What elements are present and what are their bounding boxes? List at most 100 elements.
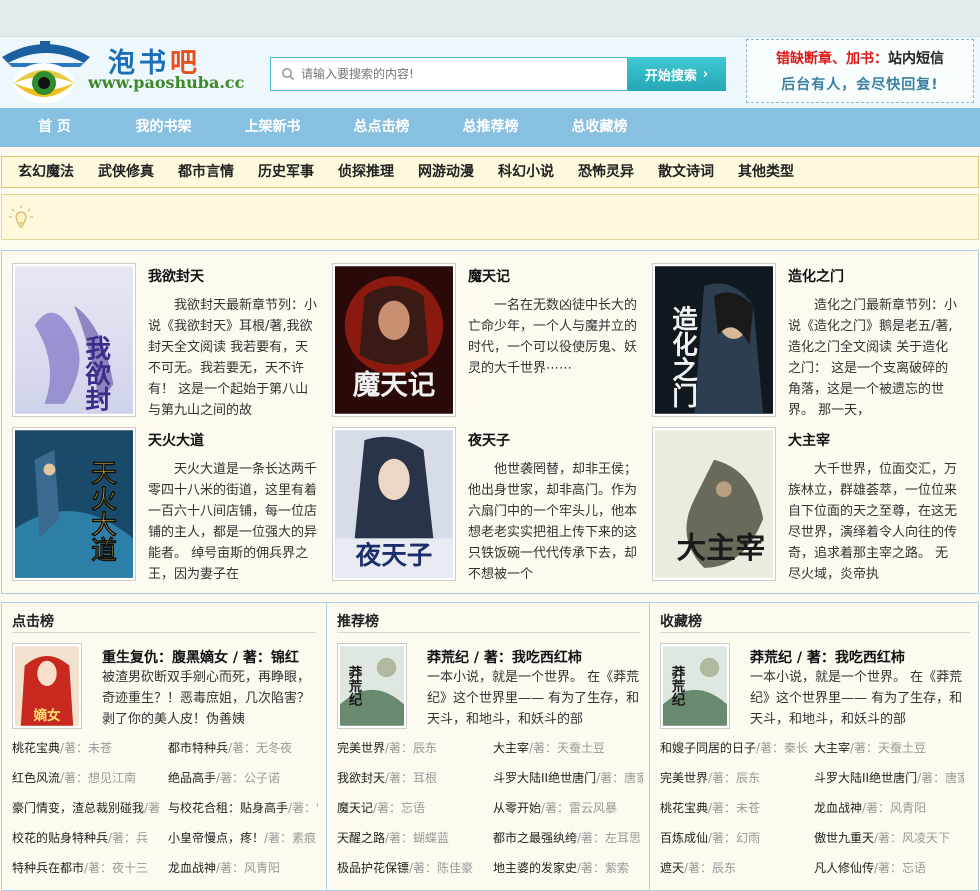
ranking-item-author: /著：凌草丽: [144, 801, 162, 815]
category-link[interactable]: 侦探推理: [326, 157, 406, 187]
ranking-item[interactable]: 与校花合租：贴身高手/著：雷霆: [168, 799, 318, 816]
search-input[interactable]: [301, 62, 621, 86]
cover-title: 嫡女: [33, 707, 61, 724]
category-link[interactable]: 恐怖灵异: [566, 157, 646, 187]
ranking-item[interactable]: 都市特种兵/著：无冬夜: [168, 739, 318, 756]
ranking-item[interactable]: 完美世界/著：辰东: [660, 769, 810, 786]
ranking-top-title[interactable]: 莽荒纪 / 著：我吃西红柿: [750, 647, 970, 667]
ranking-item[interactable]: 地主婆的发家史/著：紫索: [493, 859, 643, 876]
category-link[interactable]: 散文诗词: [646, 157, 726, 187]
ranking-item-author: /著：夜十三: [84, 861, 149, 875]
book-cover-image: 夜天子: [335, 430, 453, 578]
category-link[interactable]: 都市言情: [166, 157, 246, 187]
ranking-item[interactable]: 大主宰/著：天蚕土豆: [493, 739, 643, 756]
ranking-top-title[interactable]: 莽荒纪 / 著：我吃西红柿: [427, 647, 647, 667]
ranking-item[interactable]: 都市之最强纨绔/著：左耳思: [493, 829, 643, 846]
ranking-item[interactable]: 完美世界/著：辰东: [337, 739, 487, 756]
ranking-item[interactable]: 百炼成仙/著：幻雨: [660, 829, 810, 846]
search-button[interactable]: 开始搜索 ›: [627, 57, 726, 91]
ranking-item[interactable]: 和嫂子同居的日子/著：秦长: [660, 739, 810, 756]
ranking-item-name: 红色风流: [12, 771, 61, 785]
nav-new-books[interactable]: 上架新书: [218, 108, 327, 147]
ranking-item[interactable]: 豪门情变，渣总裁别碰我/著：凌草丽: [12, 799, 162, 816]
ranking-item[interactable]: 校花的贴身特种兵/著：兵: [12, 829, 162, 846]
ranking-item[interactable]: 极品护花保镖/著：陈佳豪: [337, 859, 487, 876]
nav-home[interactable]: 首 页: [0, 108, 109, 147]
cover-title: 魔天记: [353, 369, 436, 401]
ranking-item[interactable]: 绝品高手/著：公子诺: [168, 769, 318, 786]
ranking-item-name: 从零开始: [493, 801, 542, 815]
ranking-top-cover[interactable]: 莽荒纪: [337, 643, 407, 729]
ranking-item[interactable]: 斗罗大陆II绝世唐门/著：唐家三少: [493, 769, 643, 786]
category-link[interactable]: 武侠修真: [86, 157, 166, 187]
book-cover[interactable]: 魔天记: [332, 263, 456, 417]
nav-bookshelf[interactable]: 我的书架: [109, 108, 218, 147]
nav-favorite-rank[interactable]: 总收藏榜: [545, 108, 654, 147]
category-bar: 玄幻魔法 武侠修真 都市言情 历史军事 侦探推理 网游动漫 科幻小说 恐怖灵异 …: [1, 156, 979, 188]
ranking-item[interactable]: 斗罗大陆II绝世唐门/著：唐家三少: [814, 769, 964, 786]
book-title[interactable]: 大主宰: [788, 430, 830, 450]
book-title[interactable]: 天火大道: [148, 430, 204, 450]
notice-line-2: 后台有人，会尽快回复!: [781, 77, 939, 93]
notice-dark-text[interactable]: 站内短信: [888, 51, 944, 67]
ranking-top-title[interactable]: 重生复仇：腹黑嫡女 / 著：锦红: [102, 647, 322, 667]
ranking-item-name: 完美世界: [337, 741, 386, 755]
ranking-item-name: 校花的贴身特种兵: [12, 831, 109, 845]
book-cover[interactable]: 我欲封天: [12, 263, 136, 417]
ranking-item[interactable]: 天醒之路/著：蝴蝶蓝: [337, 829, 487, 846]
category-link[interactable]: 玄幻魔法: [6, 157, 86, 187]
ranking-item-name: 百炼成仙: [660, 831, 709, 845]
ranking-item[interactable]: 傲世九重天/著：风凌天下: [814, 829, 964, 846]
ranking-heading: 点击榜: [12, 611, 316, 633]
ranking-click: 点击榜 嫡女 重生复仇：腹黑嫡女 / 著：锦红 被渣男砍断双手剜心而死，再睁眼，…: [2, 603, 324, 891]
ranking-item-author: /著：无冬夜: [228, 741, 293, 755]
ranking-item[interactable]: 大主宰/著：天蚕土豆: [814, 739, 964, 756]
nav-click-rank[interactable]: 总点击榜: [327, 108, 436, 147]
ranking-item-author: /著：忘语: [373, 801, 426, 815]
ranking-item[interactable]: 红色风流/著：想见江南: [12, 769, 162, 786]
ranking-item-author: /著：幻雨: [708, 831, 761, 845]
ranking-item[interactable]: 小皇帝慢点，疼！/著：素痕: [168, 829, 318, 846]
ranking-item[interactable]: 桃花宝典/著：未苍: [660, 799, 810, 816]
ranking-item[interactable]: 遮天/著：辰东: [660, 859, 810, 876]
ranking-item[interactable]: 龙血战神/著：风青阳: [814, 799, 964, 816]
ranking-item[interactable]: 凡人修仙传/著：忘语: [814, 859, 964, 876]
ranking-item[interactable]: 龙血战神/著：风青阳: [168, 859, 318, 876]
ranking-item[interactable]: 我欲封天/著：耳根: [337, 769, 487, 786]
ranking-item-author: /著：风青阳: [862, 801, 927, 815]
ranking-item-author: /著：天蚕土豆: [529, 741, 606, 755]
book-title[interactable]: 夜天子: [468, 430, 510, 450]
book-title[interactable]: 我欲封天: [148, 266, 204, 286]
book-cover[interactable]: 天火大道: [12, 427, 136, 581]
ranking-item-author: /著：天蚕土豆: [850, 741, 927, 755]
header: 泡书吧 www.paoshuba.cc 开始搜索 › 错缺断章、加书：站内短信 …: [0, 36, 980, 108]
cover-title: 夜天子: [355, 541, 433, 571]
book-cover[interactable]: 夜天子: [332, 427, 456, 581]
category-link[interactable]: 历史军事: [246, 157, 326, 187]
category-link[interactable]: 其他类型: [726, 157, 806, 187]
book-title[interactable]: 造化之门: [788, 266, 844, 286]
featured-book: 造化之门 造化之门 造化之门最新章节列：小说《造化之门》鹅是老五/著,造化之门全…: [642, 253, 960, 417]
book-title[interactable]: 魔天记: [468, 266, 510, 286]
book-cover[interactable]: 大主宰: [652, 427, 776, 581]
ranking-item[interactable]: 从零开始/著：雷云风暴: [493, 799, 643, 816]
ranking-item[interactable]: 特种兵在都市/著：夜十三: [12, 859, 162, 876]
book-cover[interactable]: 造化之门: [652, 263, 776, 417]
ranking-item[interactable]: 桃花宝典/著：未苍: [12, 739, 162, 756]
ranking-item-name: 都市之最强纨绔: [493, 831, 578, 845]
category-link[interactable]: 科幻小说: [486, 157, 566, 187]
ranking-item-author: /著：辰东: [385, 741, 438, 755]
ranking-item[interactable]: 魔天记/著：忘语: [337, 799, 487, 816]
ranking-heading: 收藏榜: [660, 611, 970, 633]
site-logo[interactable]: 泡书吧 www.paoshuba.cc: [0, 37, 250, 109]
ranking-item-author: /著：兵: [108, 831, 149, 845]
ranking-recommend: 推荐榜 莽荒纪 莽荒纪 / 著：我吃西红柿 一本小说，就是一个世界。 在《莽荒纪…: [326, 603, 648, 891]
ranking-top-cover[interactable]: 莽荒纪: [660, 643, 730, 729]
ranking-item-author: /著：未苍: [60, 741, 113, 755]
ranking-item-author: /著：忘语: [874, 861, 927, 875]
ranking-top-cover[interactable]: 嫡女: [12, 643, 82, 729]
category-link[interactable]: 网游动漫: [406, 157, 486, 187]
featured-book: 魔天记 魔天记 一名在无数凶徒中长大的亡命少年，一个人与魔并立的时代，一个可以役…: [322, 253, 640, 417]
nav-recommend-rank[interactable]: 总推荐榜: [436, 108, 545, 147]
main-nav: 首 页 我的书架 上架新书 总点击榜 总推荐榜 总收藏榜: [0, 108, 980, 147]
